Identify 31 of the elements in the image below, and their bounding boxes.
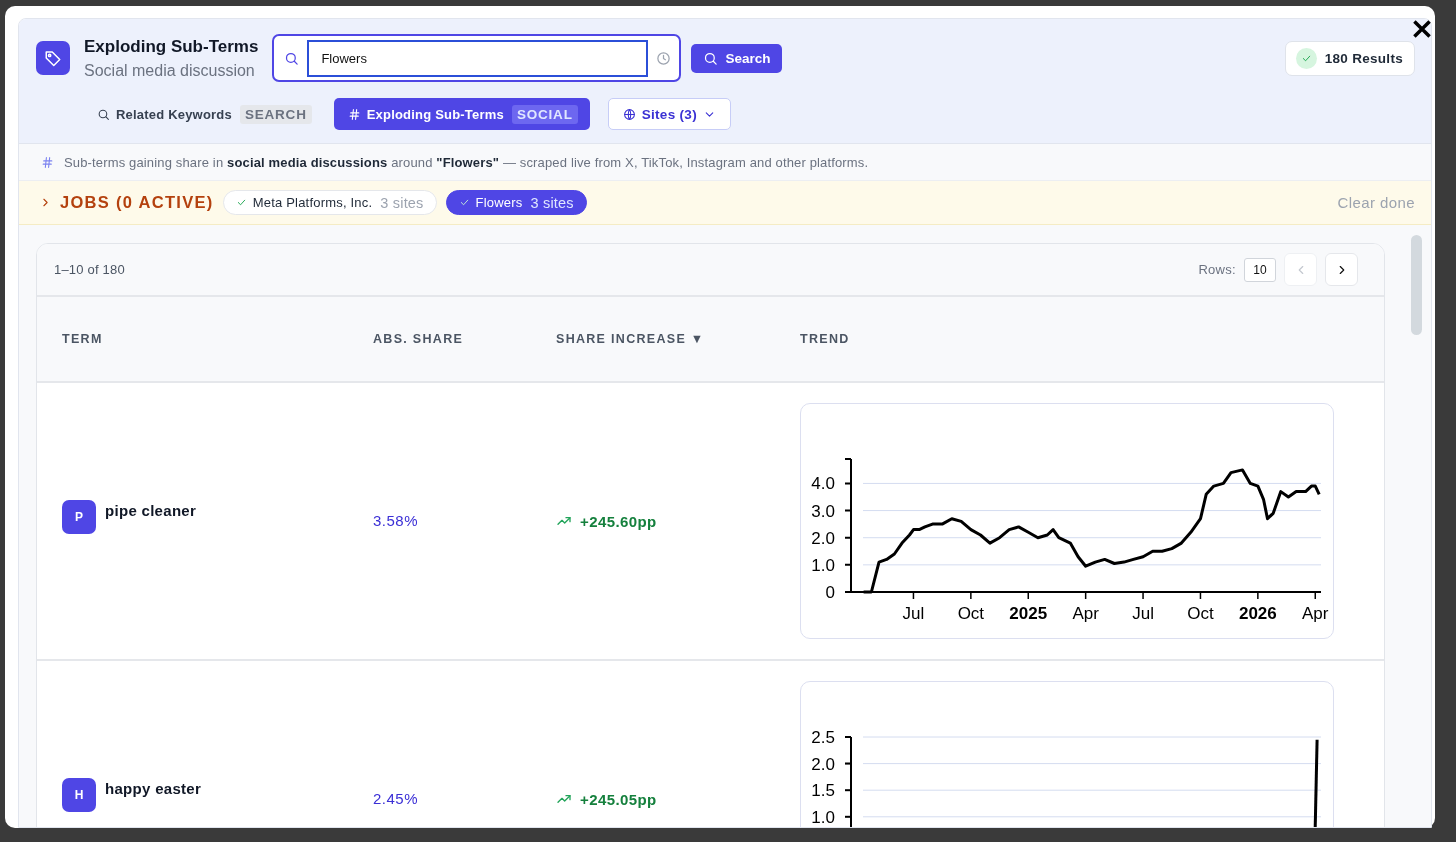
dialog-subtitle: Social media discussion [84, 61, 256, 81]
axis-label: 2026 [1238, 604, 1277, 623]
info-text: Sub-terms gaining share in social media discussions around "Flowers" — scraped live from X, TikTok, Instagram and other platforms. [64, 154, 869, 170]
axis-label: 3.0 [811, 501, 835, 521]
page-range: 1–10 of 180 [54, 262, 125, 277]
axis-label: 1.0 [811, 555, 835, 575]
term-avatar: H [62, 778, 96, 812]
axis-label: 1.0 [811, 807, 835, 827]
axis-label: 2025 [1009, 604, 1048, 623]
axis-label: 1.5 [811, 781, 835, 801]
term-name: pipe cleaner [105, 502, 197, 519]
axis-label: 4.0 [811, 474, 835, 494]
rows-label: Rows: [1198, 262, 1236, 277]
share-value: 2.45% [373, 790, 419, 807]
share-increase: +245.60pp [580, 512, 657, 530]
share-increase: +245.05pp [580, 790, 657, 808]
axis-label: 2.5 [811, 728, 835, 747]
axis-label: 2.0 [811, 754, 835, 774]
axis-label: Jul [1132, 604, 1154, 623]
axis-label: Jul [902, 604, 925, 623]
axis-label: Apr [1302, 604, 1329, 623]
dialog-title: Exploding Sub-Terms [84, 36, 259, 58]
axis-label: Apr [1072, 604, 1099, 623]
axis-label: Oct [1187, 604, 1214, 623]
axis-label: Oct [957, 604, 985, 623]
term-avatar: P [62, 500, 96, 534]
axis-label: 2.0 [811, 528, 835, 548]
share-value: 3.58% [373, 512, 419, 529]
axis-label: 0 [825, 583, 835, 602]
results-count: 180 Results [1324, 51, 1403, 66]
term-name: happy easter [105, 780, 202, 797]
